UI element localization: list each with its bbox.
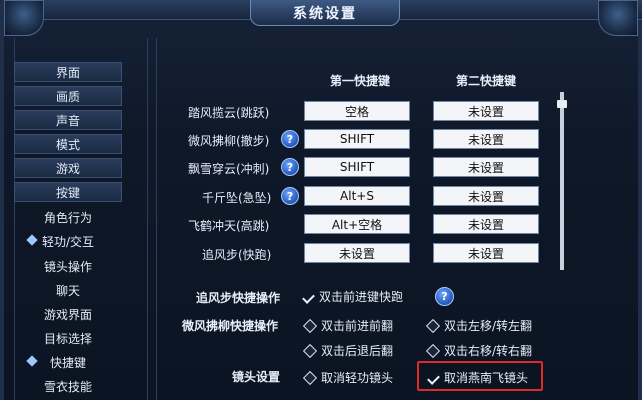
sidebar-item-game[interactable]: 游戏 bbox=[14, 158, 122, 178]
sidebar-item-label: 轻功/交互 bbox=[41, 234, 95, 249]
option-label: 双击后退后翻 bbox=[321, 344, 394, 358]
col2-header: 第二快捷键 bbox=[456, 74, 517, 88]
key2-field[interactable]: 未设置 bbox=[433, 129, 539, 149]
sidebar-item-lightness-interact[interactable]: 轻功/交互 bbox=[14, 231, 122, 251]
scrollbar-track[interactable] bbox=[560, 92, 564, 270]
option-label: 取消轻功镜头 bbox=[321, 371, 394, 385]
sidebar-item-camera[interactable]: 镜头操作 bbox=[14, 256, 122, 276]
key1-field[interactable]: 未设置 bbox=[304, 243, 410, 263]
option-label: 双击右移/转右翻 bbox=[444, 344, 533, 358]
key2-field[interactable]: 未设置 bbox=[433, 101, 539, 121]
sidebar-item-chat[interactable]: 聊天 bbox=[14, 280, 122, 300]
radio-diamond-icon bbox=[302, 343, 318, 358]
option-label: 双击前进前翻 bbox=[321, 319, 394, 333]
key2-field[interactable]: 未设置 bbox=[433, 157, 539, 177]
sidebar-item-keys[interactable]: 按键 bbox=[14, 182, 122, 202]
sidebar-item-hotkeys[interactable]: 快捷键 bbox=[14, 352, 122, 372]
key2-field[interactable]: 未设置 bbox=[433, 186, 539, 206]
col1-header: 第一快捷键 bbox=[330, 74, 391, 88]
sidebar-item-label: 声音 bbox=[55, 113, 80, 128]
help-icon[interactable]: ? bbox=[435, 287, 454, 306]
help-icon[interactable]: ? bbox=[281, 130, 299, 148]
sidebar-item-label: 角色行为 bbox=[43, 210, 92, 225]
key2-field[interactable]: 未设置 bbox=[433, 243, 539, 263]
sidebar-item-xueyi-skills[interactable]: 雪衣技能 bbox=[14, 376, 122, 396]
sidebar-item-sound[interactable]: 声音 bbox=[14, 110, 122, 130]
sidebar-item-mode[interactable]: 模式 bbox=[14, 134, 122, 154]
radio-diamond-icon bbox=[425, 318, 441, 333]
cancel-lightness-camera-radio[interactable]: 取消轻功镜头 bbox=[302, 369, 394, 386]
corner-ornament-right bbox=[598, 0, 638, 36]
double-tap-left-flip-radio[interactable]: 双击左移/转左翻 bbox=[425, 317, 533, 334]
window-title-plate: 系统设置 bbox=[250, 0, 400, 26]
option-label: 双击前进键快跑 bbox=[319, 290, 404, 304]
shortcut-label: 踏风揽云(跳跃) bbox=[188, 106, 270, 120]
sidebar-item-label: 镜头操作 bbox=[43, 259, 92, 274]
double-tap-forward-run-checkbox[interactable]: 双击前进键快跑 bbox=[303, 288, 403, 305]
window-title: 系统设置 bbox=[293, 5, 357, 22]
radio-diamond-icon bbox=[425, 343, 441, 358]
shortcut-label: 飘雪穿云(冲刺) bbox=[188, 162, 270, 176]
sidebar-item-label: 游戏界面 bbox=[43, 307, 92, 322]
selected-bullet-icon bbox=[26, 355, 38, 367]
sidebar-item-label: 雪衣技能 bbox=[43, 379, 92, 394]
chase-quick-op-label: 追风步快捷操作 bbox=[196, 291, 281, 305]
key1-field[interactable]: 空格 bbox=[304, 101, 410, 121]
sidebar-item-label: 模式 bbox=[55, 137, 80, 152]
sidebar-item-game-ui[interactable]: 游戏界面 bbox=[14, 304, 122, 324]
breeze-quick-op-label: 微风拂柳快捷操作 bbox=[182, 319, 279, 333]
sidebar-item-label: 快捷键 bbox=[49, 355, 86, 370]
key2-field[interactable]: 未设置 bbox=[433, 214, 539, 234]
sidebar-item-label: 聊天 bbox=[55, 283, 80, 298]
sidebar-item-label: 目标选择 bbox=[43, 331, 92, 346]
shortcut-label: 飞鹤冲天(高跳) bbox=[188, 219, 270, 233]
sidebar-item-interface[interactable]: 界面 bbox=[14, 62, 122, 82]
double-tap-right-flip-radio[interactable]: 双击右移/转右翻 bbox=[425, 342, 533, 359]
radio-diamond-icon bbox=[302, 318, 318, 333]
sidebar-item-label: 游戏 bbox=[55, 161, 80, 176]
key1-field[interactable]: SHIFT bbox=[304, 129, 410, 149]
radio-diamond-icon bbox=[302, 370, 318, 385]
help-icon[interactable]: ? bbox=[281, 187, 299, 205]
double-tap-back-flip-radio[interactable]: 双击后退后翻 bbox=[302, 342, 394, 359]
highlight-box bbox=[417, 361, 543, 391]
scrollbar-thumb[interactable] bbox=[557, 100, 567, 108]
key1-field[interactable]: Alt+空格 bbox=[304, 214, 410, 234]
checkmark-icon bbox=[303, 291, 315, 303]
option-label: 双击左移/转左翻 bbox=[444, 319, 533, 333]
corner-ornament-left bbox=[4, 0, 44, 36]
shortcut-label: 微风拂柳(撤步) bbox=[188, 134, 270, 148]
sidebar-item-label: 界面 bbox=[55, 65, 80, 80]
key1-field[interactable]: Alt+S bbox=[304, 186, 410, 206]
camera-settings-label: 镜头设置 bbox=[232, 370, 281, 384]
shortcut-label: 追风步(快跑) bbox=[202, 248, 272, 262]
selected-bullet-icon bbox=[26, 234, 38, 246]
help-icon[interactable]: ? bbox=[281, 158, 299, 176]
sidebar-item-label: 按键 bbox=[55, 185, 80, 200]
sidebar-item-graphics[interactable]: 画质 bbox=[14, 86, 122, 106]
sidebar-item-character-behavior[interactable]: 角色行为 bbox=[14, 207, 122, 227]
sidebar-item-target-select[interactable]: 目标选择 bbox=[14, 328, 122, 348]
double-tap-forward-flip-radio[interactable]: 双击前进前翻 bbox=[302, 317, 394, 334]
key1-field[interactable]: SHIFT bbox=[304, 157, 410, 177]
sidebar-item-label: 画质 bbox=[55, 89, 80, 104]
